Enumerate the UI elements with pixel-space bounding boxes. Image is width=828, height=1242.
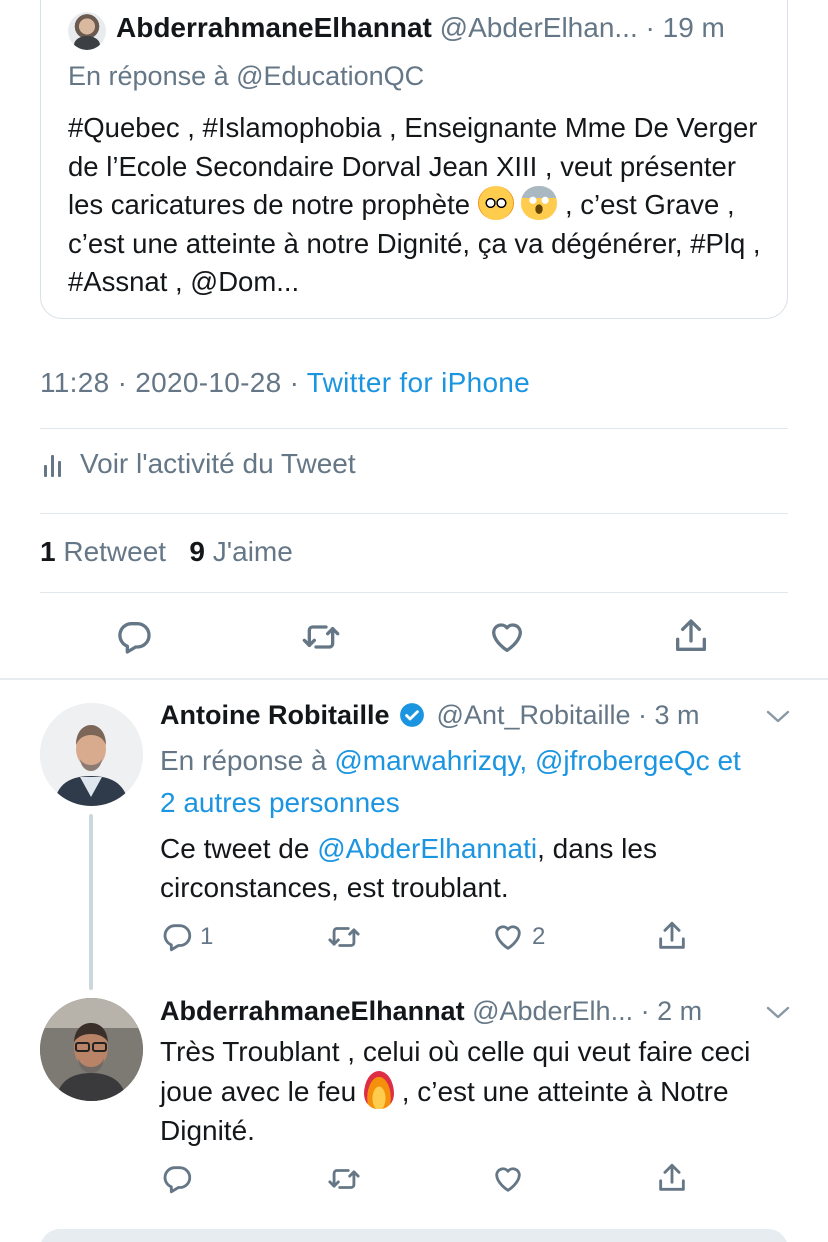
screaming-face-emoji-icon — [521, 186, 558, 220]
quoted-tweet-avatar[interactable] — [68, 12, 106, 50]
reply1-share-button[interactable] — [655, 918, 689, 954]
heart-icon — [495, 1167, 521, 1192]
retweet-icon — [328, 927, 360, 947]
reply2-like-button[interactable] — [490, 1162, 526, 1196]
retweet-label: Retweet — [63, 536, 167, 567]
reply-compose-bar[interactable] — [40, 1229, 788, 1242]
divider — [40, 592, 788, 593]
fire-emoji-icon — [363, 1071, 394, 1109]
reply2-reply-button[interactable] — [160, 1162, 194, 1196]
reply2-header: AbderrahmaneElhannat @AbderElh... · 2 m — [160, 996, 702, 1027]
antoine-robitaille-photo — [40, 703, 143, 806]
reply-icon — [163, 924, 192, 952]
reply2-handle-time: @AbderElh... · 2 m — [472, 996, 703, 1026]
reply1-like-count: 2 — [532, 923, 546, 950]
abderrahmane-elhannat-photo — [40, 998, 143, 1101]
reply1-text: Ce tweet de @AbderElhannati, dans les ci… — [160, 829, 780, 907]
flushed-face-emoji-icon — [477, 186, 514, 220]
heart-icon — [492, 623, 522, 652]
share-icon — [676, 619, 706, 651]
like-label: J'aime — [212, 536, 293, 567]
reply-icon — [118, 622, 151, 654]
share-icon — [659, 921, 685, 949]
quoted-tweet-text: #Quebec , #Islamophobia , Enseignante Mm… — [68, 109, 768, 302]
reply1-reply-mentions[interactable]: @marwahrizqy, @jfrobergeQc et — [334, 745, 740, 776]
divider — [40, 513, 788, 514]
tweet-source-link[interactable]: Twitter for iPhone — [307, 367, 530, 398]
likes-stat[interactable]: 9 J'aime — [189, 536, 292, 567]
reply1-header: Antoine Robitaille @Ant_Robitaille · 3 m — [160, 700, 700, 731]
tweet-meta: 11:28 · 2020-10-28 · Twitter for iPhone — [40, 367, 530, 399]
reply1-display-name[interactable]: Antoine Robitaille — [160, 700, 390, 730]
reply2-retweet-button[interactable] — [326, 1162, 362, 1196]
retweet-icon — [302, 625, 340, 649]
reply1-reply-prefix: En réponse à — [160, 745, 335, 776]
reply1-like-button[interactable]: 2 — [490, 920, 545, 954]
reply1-reply-others[interactable]: 2 autres personnes — [160, 787, 400, 818]
quoted-tweet-header: AbderrahmaneElhannat @AbderElhan... · 19… — [116, 12, 725, 44]
heart-icon — [495, 925, 521, 950]
quoted-tweet-handle-time: @AbderElhan... · 19 m — [439, 12, 725, 43]
reply1-retweet-button[interactable] — [326, 920, 362, 954]
retweet-button[interactable] — [300, 617, 342, 657]
verified-badge-icon — [400, 703, 424, 727]
reply1-reply-button[interactable]: 1 — [160, 920, 213, 954]
tweet-counts: 1 Retweet 9 J'aime — [40, 536, 293, 568]
reply1-handle-time: @Ant_Robitaille · 3 m — [436, 700, 700, 730]
divider — [40, 428, 788, 429]
like-count: 9 — [189, 536, 205, 567]
avatar[interactable] — [40, 998, 143, 1101]
thread-line — [89, 814, 93, 990]
tweet-activity-link[interactable]: Voir l'activité du Tweet — [44, 448, 356, 480]
retweet-icon — [328, 1169, 360, 1189]
like-button[interactable] — [486, 617, 528, 657]
reply1-reply-count: 1 — [200, 923, 214, 950]
section-separator — [0, 678, 828, 680]
avatar[interactable] — [40, 703, 143, 806]
reply2-share-button[interactable] — [655, 1160, 689, 1196]
share-icon — [659, 1163, 685, 1191]
reply2-text: Très Troublant , celui où celle qui veut… — [160, 1032, 790, 1150]
reply1-text-before: Ce tweet de — [160, 833, 318, 864]
quoted-tweet-display-name[interactable]: AbderrahmaneElhannat — [116, 12, 432, 43]
tweet-activity-label: Voir l'activité du Tweet — [80, 448, 356, 479]
share-button[interactable] — [671, 615, 711, 657]
reply1-reply-to: En réponse à @marwahrizqy, @jfrobergeQc … — [160, 740, 800, 824]
chevron-down-icon[interactable] — [764, 1002, 792, 1022]
reply-icon — [163, 1166, 192, 1194]
retweets-stat[interactable]: 1 Retweet — [40, 536, 166, 567]
retweet-count: 1 — [40, 536, 56, 567]
activity-chart-icon — [44, 451, 64, 477]
tweet-time-date: 11:28 · 2020-10-28 · — [40, 367, 307, 398]
reply1-text-mention[interactable]: @AbderElhannati — [317, 833, 537, 864]
quoted-tweet-reply-to: En réponse à @EducationQC — [68, 61, 425, 91]
reply2-display-name[interactable]: AbderrahmaneElhannat — [160, 996, 465, 1026]
reply-button[interactable] — [114, 617, 154, 657]
chevron-down-icon[interactable] — [764, 706, 792, 726]
